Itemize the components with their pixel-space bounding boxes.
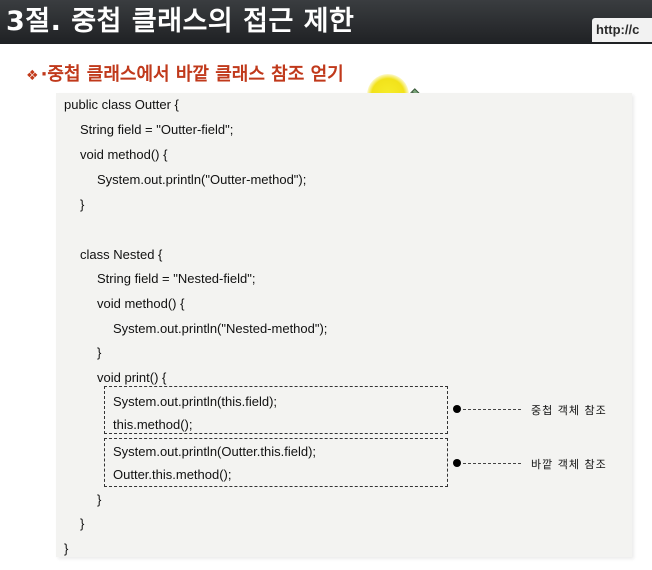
code-line: } — [80, 197, 85, 212]
outer-ref-connector — [463, 463, 521, 464]
outer-ref-label: 바깥 객체 참조 — [531, 458, 607, 471]
code-line: String field = "Outter-field"; — [80, 122, 234, 137]
subtitle-row: ❖ ·중첩 클래스에서 바깥 클래스 참조 얻기 — [26, 62, 344, 88]
code-line: void print() { — [97, 370, 167, 385]
nested-ref-connector — [463, 409, 521, 410]
code-line: System.out.println(Outter.this.field); — [113, 444, 317, 459]
code-line: } — [64, 541, 69, 556]
code-line: System.out.println("Nested-method"); — [113, 321, 328, 336]
code-line: System.out.println(this.field); — [113, 394, 278, 409]
code-line: System.out.println("Outter-method"); — [97, 172, 307, 187]
url-text: http://c — [596, 22, 640, 37]
subtitle-text: ·중첩 클래스에서 바깥 클래스 참조 얻기 — [40, 64, 344, 85]
code-line: void method() { — [80, 147, 168, 162]
nested-ref-label: 중첩 객체 참조 — [531, 404, 607, 417]
slide-header: 3절. 중첩 클래스의 접근 제한 http://c — [0, 0, 652, 44]
nested-ref-dot — [453, 405, 461, 413]
code-line: void method() { — [97, 296, 185, 311]
code-line: public class Outter { — [64, 97, 179, 112]
code-line: } — [97, 492, 102, 507]
code-line: class Nested { — [80, 247, 163, 262]
code-line: String field = "Nested-field"; — [97, 271, 256, 286]
code-line: this.method(); — [113, 417, 193, 432]
code-panel: public class Outter { String field = "Ou… — [56, 93, 632, 557]
diamond-bullet-icon: ❖ — [26, 68, 39, 84]
code-line: } — [80, 516, 85, 531]
url-badge: http://c — [592, 18, 652, 42]
code-line: } — [97, 345, 102, 360]
outer-ref-dot — [453, 459, 461, 467]
code-line: Outter.this.method(); — [113, 467, 232, 482]
slide-title: 3절. 중첩 클래스의 접근 제한 — [6, 6, 355, 37]
